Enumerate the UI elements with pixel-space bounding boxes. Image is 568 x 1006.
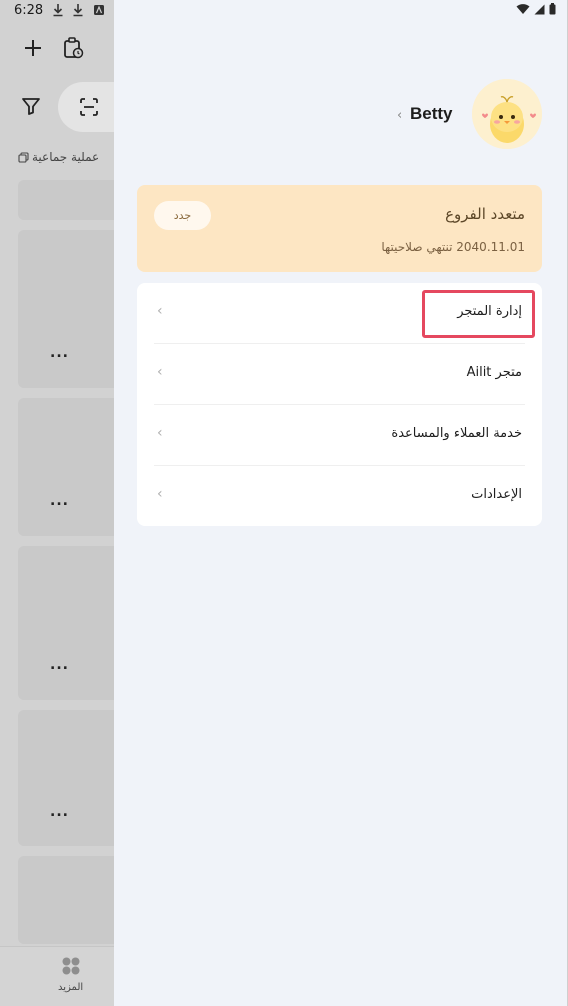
clover-grid-icon[interactable] <box>61 956 81 976</box>
background-page[interactable]: 6:28 عملية جماعية ... ... ... ... المزيد <box>0 0 114 1006</box>
menu-item-label: الإعدادات <box>471 487 522 502</box>
list-item[interactable] <box>18 546 114 700</box>
side-drawer: ‹ Betty متعدد الفروع 2040.11.01 تنتهي صل… <box>114 0 568 1006</box>
batch-operation-label: عملية جماعية <box>32 150 100 164</box>
bottom-nav <box>0 946 114 1006</box>
list-item[interactable] <box>18 710 114 846</box>
user-name[interactable]: Betty <box>410 104 453 124</box>
batch-operation-button[interactable]: عملية جماعية <box>18 150 99 164</box>
plus-icon[interactable] <box>22 37 44 59</box>
nav-more-label[interactable]: المزيد <box>58 982 83 993</box>
avatar[interactable] <box>472 79 542 149</box>
chevron-left-icon: ‹ <box>157 303 163 319</box>
menu-item-ailit-store[interactable]: ‹ Ailit متجر <box>154 344 525 405</box>
more-options-icon[interactable]: ... <box>50 493 69 509</box>
drawer-menu: ‹ إدارة المتجر ‹ Ailit متجر ‹ خدمة العمل… <box>137 283 542 526</box>
plan-title: متعدد الفروع <box>445 205 525 223</box>
chevron-left-icon: ‹ <box>157 486 163 502</box>
download-icon <box>73 4 83 17</box>
list-item[interactable] <box>18 856 114 944</box>
list-item[interactable] <box>18 398 114 536</box>
download-icon <box>53 4 63 17</box>
status-time: 6:28 <box>14 3 44 18</box>
profile-chevron-icon[interactable]: ‹ <box>397 108 402 123</box>
copy-icon <box>18 151 29 163</box>
plan-expiry-date: 2040.11.01 تنتهي صلاحيتها <box>381 240 525 254</box>
list-item[interactable] <box>18 180 114 220</box>
subscription-card: متعدد الفروع 2040.11.01 تنتهي صلاحيتها ج… <box>137 185 542 272</box>
menu-item-label: خدمة العملاء والمساعدة <box>391 426 522 441</box>
menu-item-customer-service[interactable]: ‹ خدمة العملاء والمساعدة <box>154 405 525 466</box>
notification-icon <box>94 5 104 15</box>
scan-icon <box>80 98 98 116</box>
signal-icon <box>534 4 545 14</box>
wifi-icon <box>516 4 530 14</box>
more-options-icon[interactable]: ... <box>50 657 69 673</box>
battery-icon <box>549 3 556 15</box>
chevron-left-icon: ‹ <box>157 364 163 380</box>
menu-item-label: إدارة المتجر <box>457 304 522 319</box>
chick-avatar-icon <box>472 79 542 149</box>
more-options-icon[interactable]: ... <box>50 804 69 820</box>
filter-icon[interactable] <box>21 96 41 116</box>
menu-item-store-management[interactable]: ‹ إدارة المتجر <box>154 283 525 344</box>
more-options-icon[interactable]: ... <box>50 345 69 361</box>
menu-item-settings[interactable]: ‹ الإعدادات <box>154 466 525 527</box>
renew-button[interactable]: جدد <box>154 201 211 230</box>
clipboard-clock-icon[interactable] <box>62 36 84 60</box>
app-screen: 6:28 عملية جماعية ... ... ... ... المزيد <box>0 0 568 1006</box>
menu-item-label: Ailit متجر <box>466 365 522 380</box>
list-item[interactable] <box>18 230 114 388</box>
chevron-left-icon: ‹ <box>157 425 163 441</box>
system-status-icons <box>516 3 556 15</box>
